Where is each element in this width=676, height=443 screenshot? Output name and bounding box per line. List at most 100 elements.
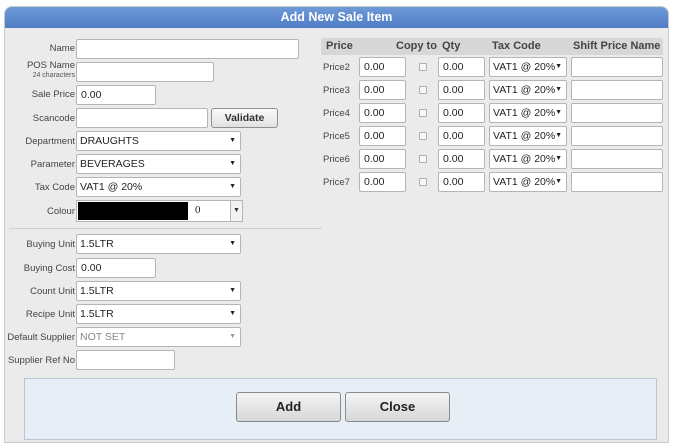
price-row-price-input[interactable] bbox=[359, 149, 406, 169]
shift-price-name-input[interactable] bbox=[571, 172, 663, 192]
tax-code-label: Tax Code bbox=[34, 182, 75, 193]
price-row-qty-input[interactable] bbox=[438, 103, 485, 123]
price-row-tax-select[interactable]: VAT1 @ 20% ▼ bbox=[489, 57, 567, 77]
default-supplier-label: Default Supplier bbox=[7, 332, 75, 343]
dialog-footer: Add Close bbox=[24, 378, 657, 440]
price-row-tax-select[interactable]: VAT1 @ 20% ▼ bbox=[489, 126, 567, 146]
copy-to-checkbox[interactable] bbox=[419, 86, 427, 94]
count-unit-label: Count Unit bbox=[30, 286, 75, 297]
parameter-select[interactable]: BEVERAGES ▼ bbox=[76, 154, 241, 174]
chevron-down-icon: ▼ bbox=[229, 183, 236, 190]
name-label: Name bbox=[49, 43, 75, 54]
copy-to-header: Copy to bbox=[396, 40, 437, 52]
buying-cost-input[interactable] bbox=[76, 258, 156, 278]
chevron-down-icon: ▼ bbox=[229, 310, 236, 317]
copy-to-checkbox[interactable] bbox=[419, 155, 427, 163]
copy-to-checkbox[interactable] bbox=[419, 178, 427, 186]
chevron-down-icon: ▼ bbox=[555, 109, 562, 116]
dialog-title: Add New Sale Item bbox=[5, 7, 668, 28]
qty-header: Qty bbox=[442, 40, 461, 52]
parameter-value: BEVERAGES bbox=[80, 158, 145, 170]
chevron-down-icon: ▼ bbox=[229, 137, 236, 144]
price-header: Price bbox=[326, 40, 353, 52]
price-row-qty-input[interactable] bbox=[438, 126, 485, 146]
shift-price-name-input[interactable] bbox=[571, 103, 663, 123]
chevron-down-icon: ▼ bbox=[229, 287, 236, 294]
shift-price-name-header: Shift Price Name bbox=[573, 40, 661, 52]
copy-to-checkbox[interactable] bbox=[419, 63, 427, 71]
pos-name-input[interactable] bbox=[76, 62, 214, 82]
shift-price-name-input[interactable] bbox=[571, 80, 663, 100]
pos-name-label-text: POS Name bbox=[26, 60, 75, 71]
colour-value: 0 bbox=[195, 204, 201, 216]
colour-swatch bbox=[78, 202, 188, 220]
sale-price-input[interactable] bbox=[76, 85, 156, 105]
price-row-price-input[interactable] bbox=[359, 172, 406, 192]
price-row-tax-value: VAT1 @ 20% bbox=[493, 176, 556, 188]
add-sale-item-dialog: Add New Sale Item Name POS Name 24 chara… bbox=[4, 6, 669, 443]
department-value: DRAUGHTS bbox=[80, 135, 139, 147]
chevron-down-icon: ▼ bbox=[555, 132, 562, 139]
validate-button[interactable]: Validate bbox=[211, 108, 278, 128]
pos-name-sublabel: 24 characters bbox=[32, 72, 75, 79]
price-row-price-input[interactable] bbox=[359, 103, 406, 123]
recipe-unit-select[interactable]: 1.5LTR ▼ bbox=[76, 304, 241, 324]
recipe-unit-label: Recipe Unit bbox=[25, 309, 75, 320]
department-label: Department bbox=[25, 136, 75, 147]
price-row-tax-value: VAT1 @ 20% bbox=[493, 107, 556, 119]
department-select[interactable]: DRAUGHTS ▼ bbox=[76, 131, 241, 151]
tax-code-select[interactable]: VAT1 @ 20% ▼ bbox=[76, 177, 241, 197]
price-row-tax-select[interactable]: VAT1 @ 20% ▼ bbox=[489, 149, 567, 169]
chevron-down-icon[interactable]: ▼ bbox=[230, 201, 242, 221]
supplier-ref-input[interactable] bbox=[76, 350, 175, 370]
price-row-qty-input[interactable] bbox=[438, 57, 485, 77]
price-row-tax-value: VAT1 @ 20% bbox=[493, 130, 556, 142]
colour-label: Colour bbox=[47, 206, 75, 217]
copy-to-checkbox[interactable] bbox=[419, 109, 427, 117]
price-row-price-input[interactable] bbox=[359, 126, 406, 146]
pos-name-label: POS Name 24 characters bbox=[27, 60, 75, 80]
chevron-down-icon: ▼ bbox=[555, 155, 562, 162]
price-row-tax-select[interactable]: VAT1 @ 20% ▼ bbox=[489, 103, 567, 123]
shift-price-name-input[interactable] bbox=[571, 126, 663, 146]
chevron-down-icon: ▼ bbox=[555, 86, 562, 93]
price-row-label: Price7 bbox=[323, 177, 350, 188]
default-supplier-select[interactable]: NOT SET ▼ bbox=[76, 327, 241, 347]
price-row-price-input[interactable] bbox=[359, 80, 406, 100]
shift-price-name-input[interactable] bbox=[571, 149, 663, 169]
price-row-tax-value: VAT1 @ 20% bbox=[493, 153, 556, 165]
scancode-input[interactable] bbox=[76, 108, 208, 128]
copy-to-checkbox[interactable] bbox=[419, 132, 427, 140]
price-row-tax-value: VAT1 @ 20% bbox=[493, 84, 556, 96]
price-row-label: Price6 bbox=[323, 154, 350, 165]
parameter-label: Parameter bbox=[30, 159, 75, 170]
supplier-ref-label: Supplier Ref No bbox=[7, 355, 75, 366]
price-row-label: Price4 bbox=[323, 108, 350, 119]
chevron-down-icon: ▼ bbox=[229, 240, 236, 247]
count-unit-select[interactable]: 1.5LTR ▼ bbox=[76, 281, 241, 301]
chevron-down-icon: ▼ bbox=[555, 178, 562, 185]
tax-code-value: VAT1 @ 20% bbox=[80, 181, 143, 193]
buying-unit-select[interactable]: 1.5LTR ▼ bbox=[76, 234, 241, 254]
price-row-label: Price2 bbox=[323, 62, 350, 73]
chevron-down-icon: ▼ bbox=[555, 63, 562, 70]
shift-price-name-input[interactable] bbox=[571, 57, 663, 77]
chevron-down-icon: ▼ bbox=[229, 333, 236, 340]
price-row-price-input[interactable] bbox=[359, 57, 406, 77]
default-supplier-value: NOT SET bbox=[80, 331, 126, 343]
tax-code-header: Tax Code bbox=[492, 40, 541, 52]
count-unit-value: 1.5LTR bbox=[80, 285, 114, 297]
add-button[interactable]: Add bbox=[236, 392, 341, 422]
price-row-tax-select[interactable]: VAT1 @ 20% ▼ bbox=[489, 172, 567, 192]
name-input[interactable] bbox=[76, 39, 299, 59]
price-row-qty-input[interactable] bbox=[438, 80, 485, 100]
price-row-qty-input[interactable] bbox=[438, 172, 485, 192]
price-row-tax-value: VAT1 @ 20% bbox=[493, 61, 556, 73]
price-row-tax-select[interactable]: VAT1 @ 20% ▼ bbox=[489, 80, 567, 100]
buying-unit-value: 1.5LTR bbox=[80, 238, 114, 250]
scancode-label: Scancode bbox=[32, 113, 75, 124]
close-button[interactable]: Close bbox=[345, 392, 450, 422]
price-row-qty-input[interactable] bbox=[438, 149, 485, 169]
colour-picker[interactable]: 0 ▼ bbox=[76, 200, 243, 222]
recipe-unit-value: 1.5LTR bbox=[80, 308, 114, 320]
